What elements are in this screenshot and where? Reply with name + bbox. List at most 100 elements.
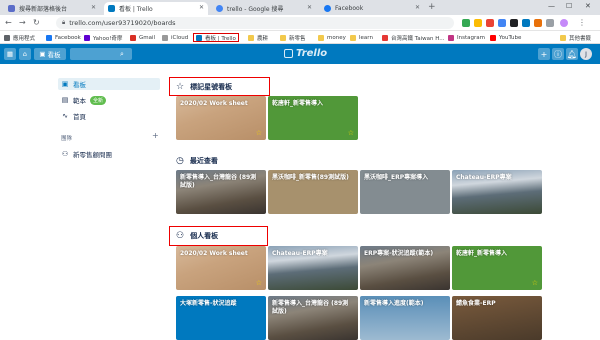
star-icon[interactable]: ☆ xyxy=(256,279,262,287)
board-tile[interactable]: 黑沃咖啡_新零售(89測試版) xyxy=(268,170,358,214)
create-icon[interactable]: + xyxy=(538,48,550,60)
facebook-icon xyxy=(46,34,52,41)
extension-icon[interactable] xyxy=(546,19,554,27)
extension-icon[interactable] xyxy=(522,19,530,27)
bookmark-gmail[interactable]: Gmail xyxy=(130,33,155,42)
bookmark-folder-learn[interactable]: learn xyxy=(350,33,373,42)
board-tile[interactable]: 新零售導入_台灣龍谷 (89測試版) xyxy=(176,170,266,214)
folder-icon xyxy=(318,34,324,41)
add-team-icon[interactable]: + xyxy=(152,131,159,140)
reload-icon[interactable]: ↻ xyxy=(33,18,40,27)
tab-google-search[interactable]: trello - Google 搜尋 ✕ xyxy=(212,2,316,15)
address-bar-row: ← → ↻ 🔒︎ trello.com/user93719020/boards … xyxy=(0,15,600,31)
clock-icon: ◷ xyxy=(176,156,184,166)
tab-trello-boards[interactable]: 看板 | Trello ✕ xyxy=(104,2,208,15)
bookmark-folder-retail[interactable]: 新零售 xyxy=(280,33,306,42)
folder-icon xyxy=(248,34,254,41)
bookmark-folder-farming[interactable]: 農耕 xyxy=(248,33,268,42)
board-tile[interactable]: 2020/02 Work sheet ☆ xyxy=(176,246,266,290)
board-tile[interactable]: ERP專案-狀況追蹤(範本) xyxy=(360,246,450,290)
extension-icon[interactable] xyxy=(498,19,506,27)
board-tile[interactable]: 黑沃咖啡_ERP專案導入 xyxy=(360,170,450,214)
minimize-icon[interactable]: — xyxy=(548,2,555,10)
notification-bell-icon[interactable]: 🔔︎ xyxy=(566,48,578,60)
user-avatar[interactable]: J xyxy=(580,48,592,60)
trello-logo-icon xyxy=(284,49,293,58)
youtube-icon xyxy=(490,34,496,41)
bookmark-thsr[interactable]: 台灣高鐵 Taiwan H... xyxy=(382,33,444,42)
tab-blog-admin[interactable]: 搜尋新部落格後台 ✕ xyxy=(4,2,100,15)
new-tab-icon[interactable]: + xyxy=(428,2,436,12)
tab-facebook[interactable]: Facebook ✕ xyxy=(320,2,424,15)
yahoo-icon xyxy=(84,34,90,41)
board-tile[interactable]: Chateau-ERP專案 xyxy=(268,246,358,290)
bookmark-instagram[interactable]: Instagram xyxy=(448,33,485,42)
bookmark-icloud[interactable]: iCloud xyxy=(162,33,188,42)
search-icon: ⌕ xyxy=(120,50,124,58)
user-icon: ⚇ xyxy=(176,231,185,241)
thsr-icon xyxy=(382,34,388,41)
bookmark-facebook[interactable]: Facebook xyxy=(46,33,81,42)
board-tile[interactable]: 2020/02 Work sheet ☆ xyxy=(176,96,266,140)
close-tab-icon[interactable]: ✕ xyxy=(415,4,420,11)
sidebar-item-boards[interactable]: ▣ 看板 xyxy=(58,78,160,90)
recent-heading: ◷ 最近查看 xyxy=(176,156,218,166)
extension-icon[interactable] xyxy=(486,19,494,27)
bookmark-yahoo[interactable]: Yahoo!奇摩 xyxy=(84,33,122,42)
google-favicon-icon xyxy=(216,5,223,12)
extension-icon[interactable] xyxy=(474,19,482,27)
star-icon[interactable]: ☆ xyxy=(256,129,262,137)
home-icon[interactable]: ⌂ xyxy=(19,48,31,60)
board-tile[interactable]: 鯖魚食業-ERP xyxy=(452,296,542,340)
close-tab-icon[interactable]: ✕ xyxy=(199,4,204,11)
forward-icon[interactable]: → xyxy=(19,18,26,27)
menu-dots-icon[interactable]: ⋮ xyxy=(578,18,586,27)
board-tile[interactable]: 乾唐軒_新零售導入 ☆ xyxy=(268,96,358,140)
close-tab-icon[interactable]: ✕ xyxy=(307,4,312,11)
board-tile[interactable]: 新零售導入_台灣龍谷 (89測試版) xyxy=(268,296,358,340)
maximize-icon[interactable]: ☐ xyxy=(566,2,572,10)
trello-header: ▦ ⌂ ▣ 看板 ⌕ Trello + ⓘ 🔔︎ J xyxy=(0,44,600,64)
lock-icon: 🔒︎ xyxy=(62,19,66,26)
apple-icon xyxy=(162,34,168,41)
board-tile[interactable]: Chateau-ERP專案 xyxy=(452,170,542,214)
bookmark-youtube[interactable]: YouTube xyxy=(490,33,521,42)
info-icon[interactable]: ⓘ xyxy=(552,48,564,60)
search-input[interactable]: ⌕ xyxy=(70,48,132,60)
profile-avatar[interactable] xyxy=(560,19,568,27)
close-tab-icon[interactable]: ✕ xyxy=(91,4,96,11)
url-field[interactable]: 🔒︎ trello.com/user93719020/boards xyxy=(56,17,454,29)
team-icon: ⚇ xyxy=(61,150,69,158)
window-close-icon[interactable]: ✕ xyxy=(585,2,591,10)
apps-grid-icon xyxy=(4,34,10,41)
sidebar-item-home[interactable]: ∿ 首頁 xyxy=(58,110,160,122)
bookmark-folder-money[interactable]: money xyxy=(318,33,346,42)
starred-heading: ☆ 標記星號看板 xyxy=(176,82,233,92)
instagram-icon xyxy=(448,34,454,41)
bookmark-other[interactable]: 其他書籤 xyxy=(560,33,591,42)
gmail-icon xyxy=(130,34,136,41)
star-icon[interactable]: ☆ xyxy=(532,279,538,287)
star-icon[interactable]: ☆ xyxy=(348,129,354,137)
extension-icon[interactable] xyxy=(462,19,470,27)
back-icon[interactable]: ← xyxy=(5,18,12,27)
facebook-favicon-icon xyxy=(324,5,331,12)
folder-icon xyxy=(280,34,286,41)
blog-favicon-icon xyxy=(8,5,15,12)
trello-logo[interactable]: Trello xyxy=(284,48,327,59)
extension-icon[interactable] xyxy=(510,19,518,27)
board-tile[interactable]: 新零售導入進度(範本) xyxy=(360,296,450,340)
bookmark-apps[interactable]: 應用程式 xyxy=(4,33,35,42)
board-tile[interactable]: 大塚新零售-狀況追蹤 xyxy=(176,296,266,340)
boards-button[interactable]: ▣ 看板 xyxy=(34,48,66,60)
apps-grid-icon[interactable]: ▦ xyxy=(4,48,16,60)
bookmark-trello[interactable]: 看板 | Trello xyxy=(193,33,239,42)
personal-heading: ⚇ 個人看板 xyxy=(176,231,219,241)
extension-icon[interactable] xyxy=(534,19,542,27)
folder-icon xyxy=(350,34,356,41)
sidebar-item-templates[interactable]: ▤ 範本 全新 xyxy=(58,94,160,106)
sidebar-item-team[interactable]: ⚇ 新零售顧問團 xyxy=(58,148,160,160)
template-icon: ▤ xyxy=(61,96,69,104)
board-tile[interactable]: 乾唐軒_新零售導入 ☆ xyxy=(452,246,542,290)
folder-icon xyxy=(560,34,566,41)
